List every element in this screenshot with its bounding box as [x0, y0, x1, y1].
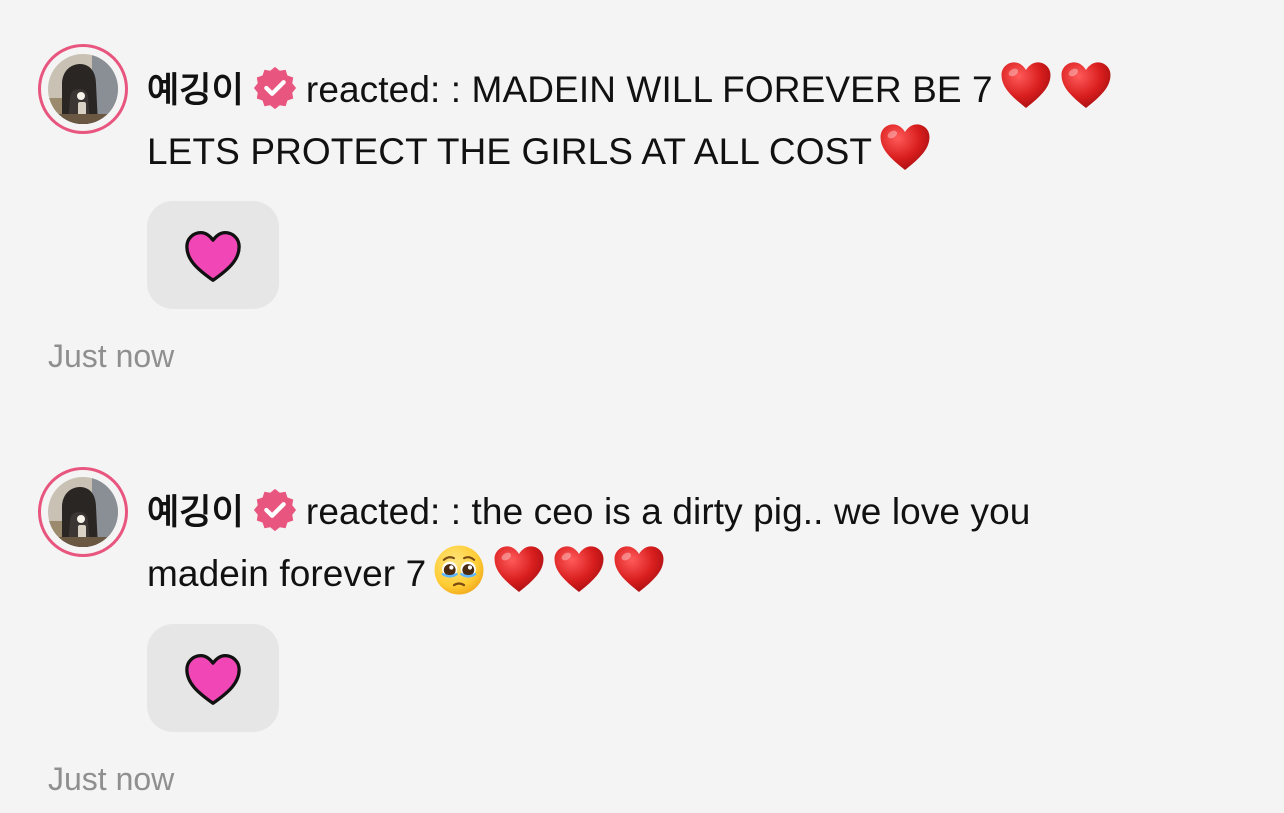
action-text: reacted: : the ceo is a dirty pig.. we l…	[305, 491, 1031, 532]
red-heart-emoji	[492, 543, 546, 597]
red-heart-emoji	[552, 543, 606, 597]
message-line-2: LETS PROTECT THE GIRLS AT ALL COST	[147, 131, 873, 172]
reaction-preview[interactable]	[147, 624, 279, 732]
story-ring[interactable]	[38, 44, 128, 134]
action-text: reacted: : MADEIN WILL FOREVER BE 7	[305, 69, 993, 110]
reaction-preview[interactable]	[147, 201, 279, 309]
pleading-face-emoji	[432, 543, 486, 597]
notification-text: 예깅이 reacted: : MADEIN WILL FOREVER BE 7 L…	[147, 59, 1227, 182]
avatar[interactable]	[48, 477, 118, 547]
message-line-2: madein forever 7	[147, 553, 427, 594]
red-heart-emoji	[999, 59, 1053, 113]
notification-item[interactable]: 예깅이 reacted: : the ceo is a dirty pig.. w…	[0, 423, 1284, 797]
verified-badge-icon	[252, 65, 298, 111]
verified-badge-icon	[252, 487, 298, 533]
notification-text: 예깅이 reacted: : the ceo is a dirty pig.. w…	[147, 482, 1227, 604]
username[interactable]: 예깅이	[147, 493, 244, 533]
avatar[interactable]	[48, 54, 118, 124]
red-heart-emoji	[612, 543, 666, 597]
red-heart-emoji	[878, 121, 932, 175]
red-heart-emoji	[1059, 59, 1113, 113]
story-ring[interactable]	[38, 467, 128, 557]
notification-item[interactable]: 예깅이 reacted: : MADEIN WILL FOREVER BE 7 L…	[0, 0, 1284, 374]
activity-feed: 예깅이 reacted: : MADEIN WILL FOREVER BE 7 L…	[0, 0, 1284, 813]
username[interactable]: 예깅이	[147, 71, 244, 111]
pink-heart-icon	[183, 228, 243, 284]
pink-heart-icon	[183, 651, 243, 707]
timestamp: Just now	[48, 761, 175, 797]
timestamp: Just now	[48, 338, 175, 374]
